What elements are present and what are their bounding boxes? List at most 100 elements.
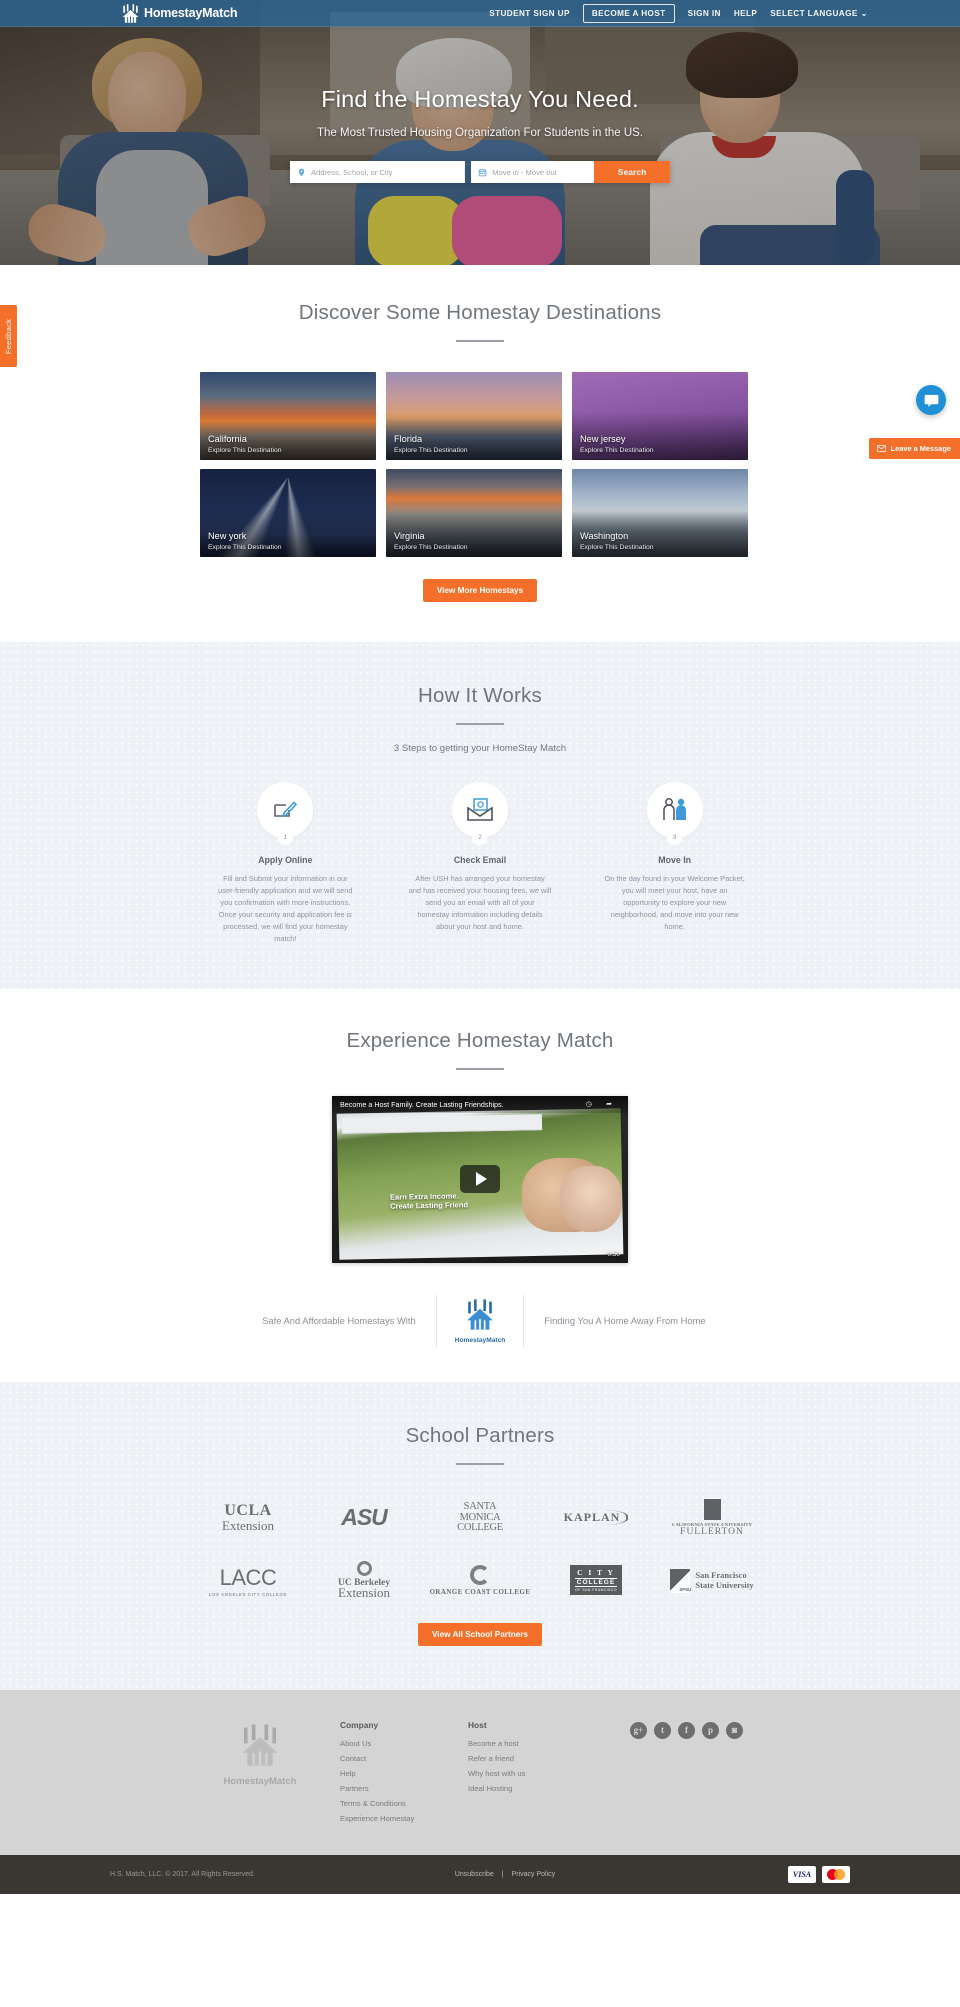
twitter-icon[interactable]: t (654, 1721, 671, 1739)
step-body: After USH has arranged your homestay and… (408, 874, 552, 931)
video-title: Become a Host Family. Create Lasting Fri… (340, 1099, 504, 1109)
footer-link-unsubscribe[interactable]: Unsubscribe (455, 1871, 494, 1878)
nav-sign-in[interactable]: SIGN IN (688, 9, 721, 18)
experience-title: Experience Homestay Match (346, 1028, 614, 1052)
visa-card-icon: VISA (788, 1865, 816, 1883)
play-icon (476, 1172, 487, 1187)
step-icon-circle (646, 782, 703, 838)
destination-card-california[interactable]: California Explore This Destination (200, 372, 376, 460)
video-title-bar: Become a Host Family. Create Lasting Fri… (332, 1095, 628, 1113)
nav-select-language[interactable]: SELECT LANGUAGE ⌄ (770, 8, 868, 18)
hero-section: Find the Homestay You Need. The Most Tru… (0, 0, 960, 265)
play-button[interactable] (460, 1165, 500, 1194)
destination-card-new-york[interactable]: New york Explore This Destination (200, 469, 376, 557)
partner-logo-santa-monica-college[interactable]: SANTA MONICA COLLEGE (457, 1502, 503, 1534)
google-plus-glyph: g+ (633, 1725, 644, 1736)
search-button[interactable]: Search (594, 161, 671, 183)
footer-link-help[interactable]: Help (340, 1769, 468, 1778)
how-it-works-steps: 1 Apply Online Fill and Submit your info… (200, 782, 760, 945)
partner-logo-kaplan[interactable]: KAPLAN (564, 1510, 629, 1526)
instagram-icon[interactable]: ◙ (726, 1721, 743, 1739)
step-body: Fill and Submit your information in our … (218, 874, 353, 943)
video-overlay-line-2: Create Lasting Friend (390, 1200, 469, 1212)
brand-logo[interactable]: HomestayMatch (122, 3, 237, 23)
copyright-text: H.S. Match, LLC. © 2017. All Rights Rese… (110, 1870, 255, 1878)
destination-cta: Explore This Destination (580, 447, 654, 454)
footer-link-privacy-policy[interactable]: Privacy Policy (512, 1871, 556, 1878)
step-heading: Check Email (453, 855, 507, 865)
legal-separator: | (501, 1870, 504, 1878)
footer-link-terms-conditions[interactable]: Terms & Conditions (340, 1799, 468, 1808)
chat-launcher-button[interactable] (916, 385, 946, 415)
instagram-glyph: ◙ (731, 1725, 738, 1736)
footer-link-refer-a-friend[interactable]: Refer a friend (468, 1754, 596, 1763)
partner-logo-line-2: FULLERTON (680, 1526, 744, 1537)
hero-subtitle: The Most Trusted Housing Organization Fo… (317, 127, 643, 139)
partner-logo-city-college-sf[interactable]: C I T Y COLLEGE OF SAN FRANCISCO (570, 1565, 622, 1596)
csuf-seal-icon (703, 1498, 721, 1520)
footer-link-ideal-hosting[interactable]: Ideal Hosting (468, 1784, 596, 1793)
view-more-homestays-button[interactable]: View More Homestays (422, 579, 538, 602)
destination-card-new-jersey[interactable]: New jersey Explore This Destination (572, 372, 748, 460)
destination-card-washington[interactable]: Washington Explore This Destination (572, 469, 748, 557)
step-heading: Move In (658, 855, 692, 865)
footer-column-heading: Company (340, 1719, 379, 1730)
footer-brand-name: HomestayMatch (223, 1775, 297, 1787)
search-date-field[interactable]: Move in - Move out (471, 161, 595, 183)
step-body: On the day found in your Welcome Packet,… (604, 874, 745, 931)
destination-name: New jersey (580, 434, 626, 444)
homestaymatch-logo-icon (467, 1299, 493, 1330)
top-navigation-bar: HomestayMatch STUDENT SIGN UP BECOME A H… (0, 0, 960, 27)
partner-logo-csu-fullerton[interactable]: CALIFORNIA STATE UNIVERSITY FULLERTON (672, 1498, 752, 1537)
google-plus-icon[interactable]: g+ (630, 1721, 647, 1739)
location-pin-icon (298, 168, 305, 176)
footer-link-partners[interactable]: Partners (340, 1784, 468, 1793)
footer-link-contact[interactable]: Contact (340, 1754, 468, 1763)
footer-link-about-us[interactable]: About Us (340, 1739, 468, 1748)
chevron-down-icon: ⌄ (860, 9, 868, 18)
partner-logo-orange-coast-college[interactable]: ORANGE COAST COLLEGE (430, 1565, 531, 1596)
nav-become-a-host[interactable]: BECOME A HOST (582, 3, 675, 23)
header-nav-links: STUDENT SIGN UP BECOME A HOST SIGN IN HE… (489, 3, 868, 23)
video-player[interactable]: Earn Extra Income. Create Lasting Friend… (332, 1095, 628, 1263)
payment-cards: VISA (788, 1865, 850, 1883)
nav-student-sign-up[interactable]: STUDENT SIGN UP (489, 9, 570, 18)
leave-a-message-button[interactable]: Leave a Message (868, 438, 960, 459)
footer-link-become-a-host[interactable]: Become a host (468, 1739, 596, 1748)
partner-logo-uc-berkeley-extension[interactable]: UC Berkeley Extension (338, 1560, 390, 1601)
nav-help[interactable]: HELP (734, 9, 757, 18)
destination-cta: Explore This Destination (580, 544, 654, 551)
destination-name: Virginia (394, 531, 425, 541)
footer-link-experience-homestay[interactable]: Experience Homestay (340, 1814, 468, 1823)
watch-later-icon[interactable]: ◷ (586, 1100, 592, 1108)
share-icon[interactable]: ➦ (606, 1100, 612, 1108)
feedback-tab[interactable]: Feedback (0, 305, 17, 367)
pinterest-icon[interactable]: p (702, 1721, 719, 1739)
footer-logo[interactable]: HomestayMatch (180, 1720, 340, 1829)
search-location-field[interactable]: Address, School, or City (290, 161, 466, 183)
people-icon (662, 798, 686, 820)
partner-logo-asu[interactable]: ASU (341, 1504, 388, 1531)
experience-section: Experience Homestay Match Earn Extra Inc… (0, 988, 960, 1382)
partner-logo-sf-state[interactable]: San Francisco State University (670, 1568, 754, 1593)
partner-logo-ucla[interactable]: UCLA Extension (222, 1502, 274, 1534)
destination-name: New york (208, 531, 247, 541)
destination-name: Florida (394, 434, 423, 444)
envelope-icon (876, 445, 886, 452)
tagline-logo: HomestayMatch (435, 1294, 525, 1348)
hero-search-bar: Address, School, or City Move in - Move … (290, 161, 671, 183)
partner-logo-line-1: ASU (341, 1504, 388, 1531)
facebook-icon[interactable]: f (678, 1721, 695, 1739)
destination-name: Washington (580, 531, 629, 541)
footer-column-host: Host Become a host Refer a friend Why ho… (468, 1720, 596, 1829)
view-all-school-partners-button[interactable]: View All School Partners (417, 1622, 542, 1646)
footer-link-why-host-with-us[interactable]: Why host with us (468, 1769, 596, 1778)
partner-logo-line-1: ORANGE COAST COLLEGE (429, 1588, 531, 1597)
destination-card-virginia[interactable]: Virginia Explore This Destination (386, 469, 562, 557)
search-date-placeholder: Move in - Move out (492, 167, 557, 177)
destination-card-florida[interactable]: Florida Explore This Destination (386, 372, 562, 460)
footer-column-heading: Host (468, 1719, 487, 1730)
pencil-edit-icon (274, 801, 298, 818)
partner-logo-lacc[interactable]: LACC LOS ANGELES CITY COLLEGE (209, 1565, 287, 1597)
title-divider (456, 1067, 504, 1070)
